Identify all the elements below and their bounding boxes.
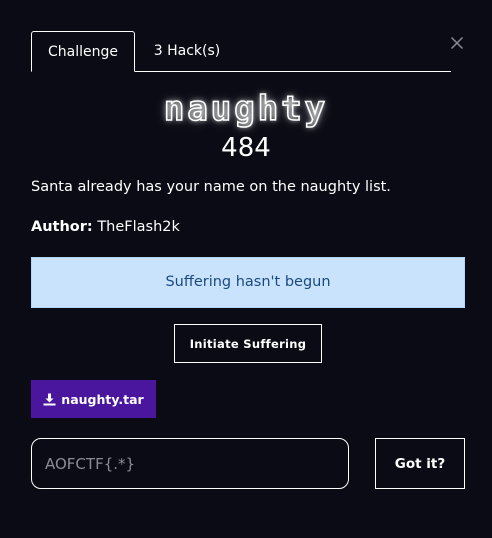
tab-hacks[interactable]: 3 Hack(s) xyxy=(135,31,239,72)
tab-challenge[interactable]: Challenge xyxy=(31,31,135,72)
download-file-button[interactable]: naughty.tar xyxy=(31,380,156,418)
challenge-points: 484 xyxy=(221,133,271,163)
close-button[interactable] xyxy=(450,36,466,52)
author-name: TheFlash2k xyxy=(97,219,180,235)
submit-flag-button[interactable]: Got it? xyxy=(375,438,465,489)
challenge-description: Santa already has your name on the naugh… xyxy=(31,179,391,195)
author-label: Author: xyxy=(31,219,93,235)
flag-input[interactable] xyxy=(31,438,349,489)
author-line: Author: TheFlash2k xyxy=(31,219,180,235)
challenge-title: naughty xyxy=(163,88,329,130)
status-alert: Suffering hasn't begun xyxy=(31,257,465,308)
close-icon xyxy=(450,36,464,50)
initiate-suffering-button[interactable]: Initiate Suffering xyxy=(174,324,322,363)
download-icon xyxy=(43,393,56,405)
download-file-label: naughty.tar xyxy=(61,391,144,407)
challenge-modal: Challenge 3 Hack(s) naughty 484 Santa al… xyxy=(0,0,492,538)
tab-bar: Challenge 3 Hack(s) xyxy=(31,31,451,72)
